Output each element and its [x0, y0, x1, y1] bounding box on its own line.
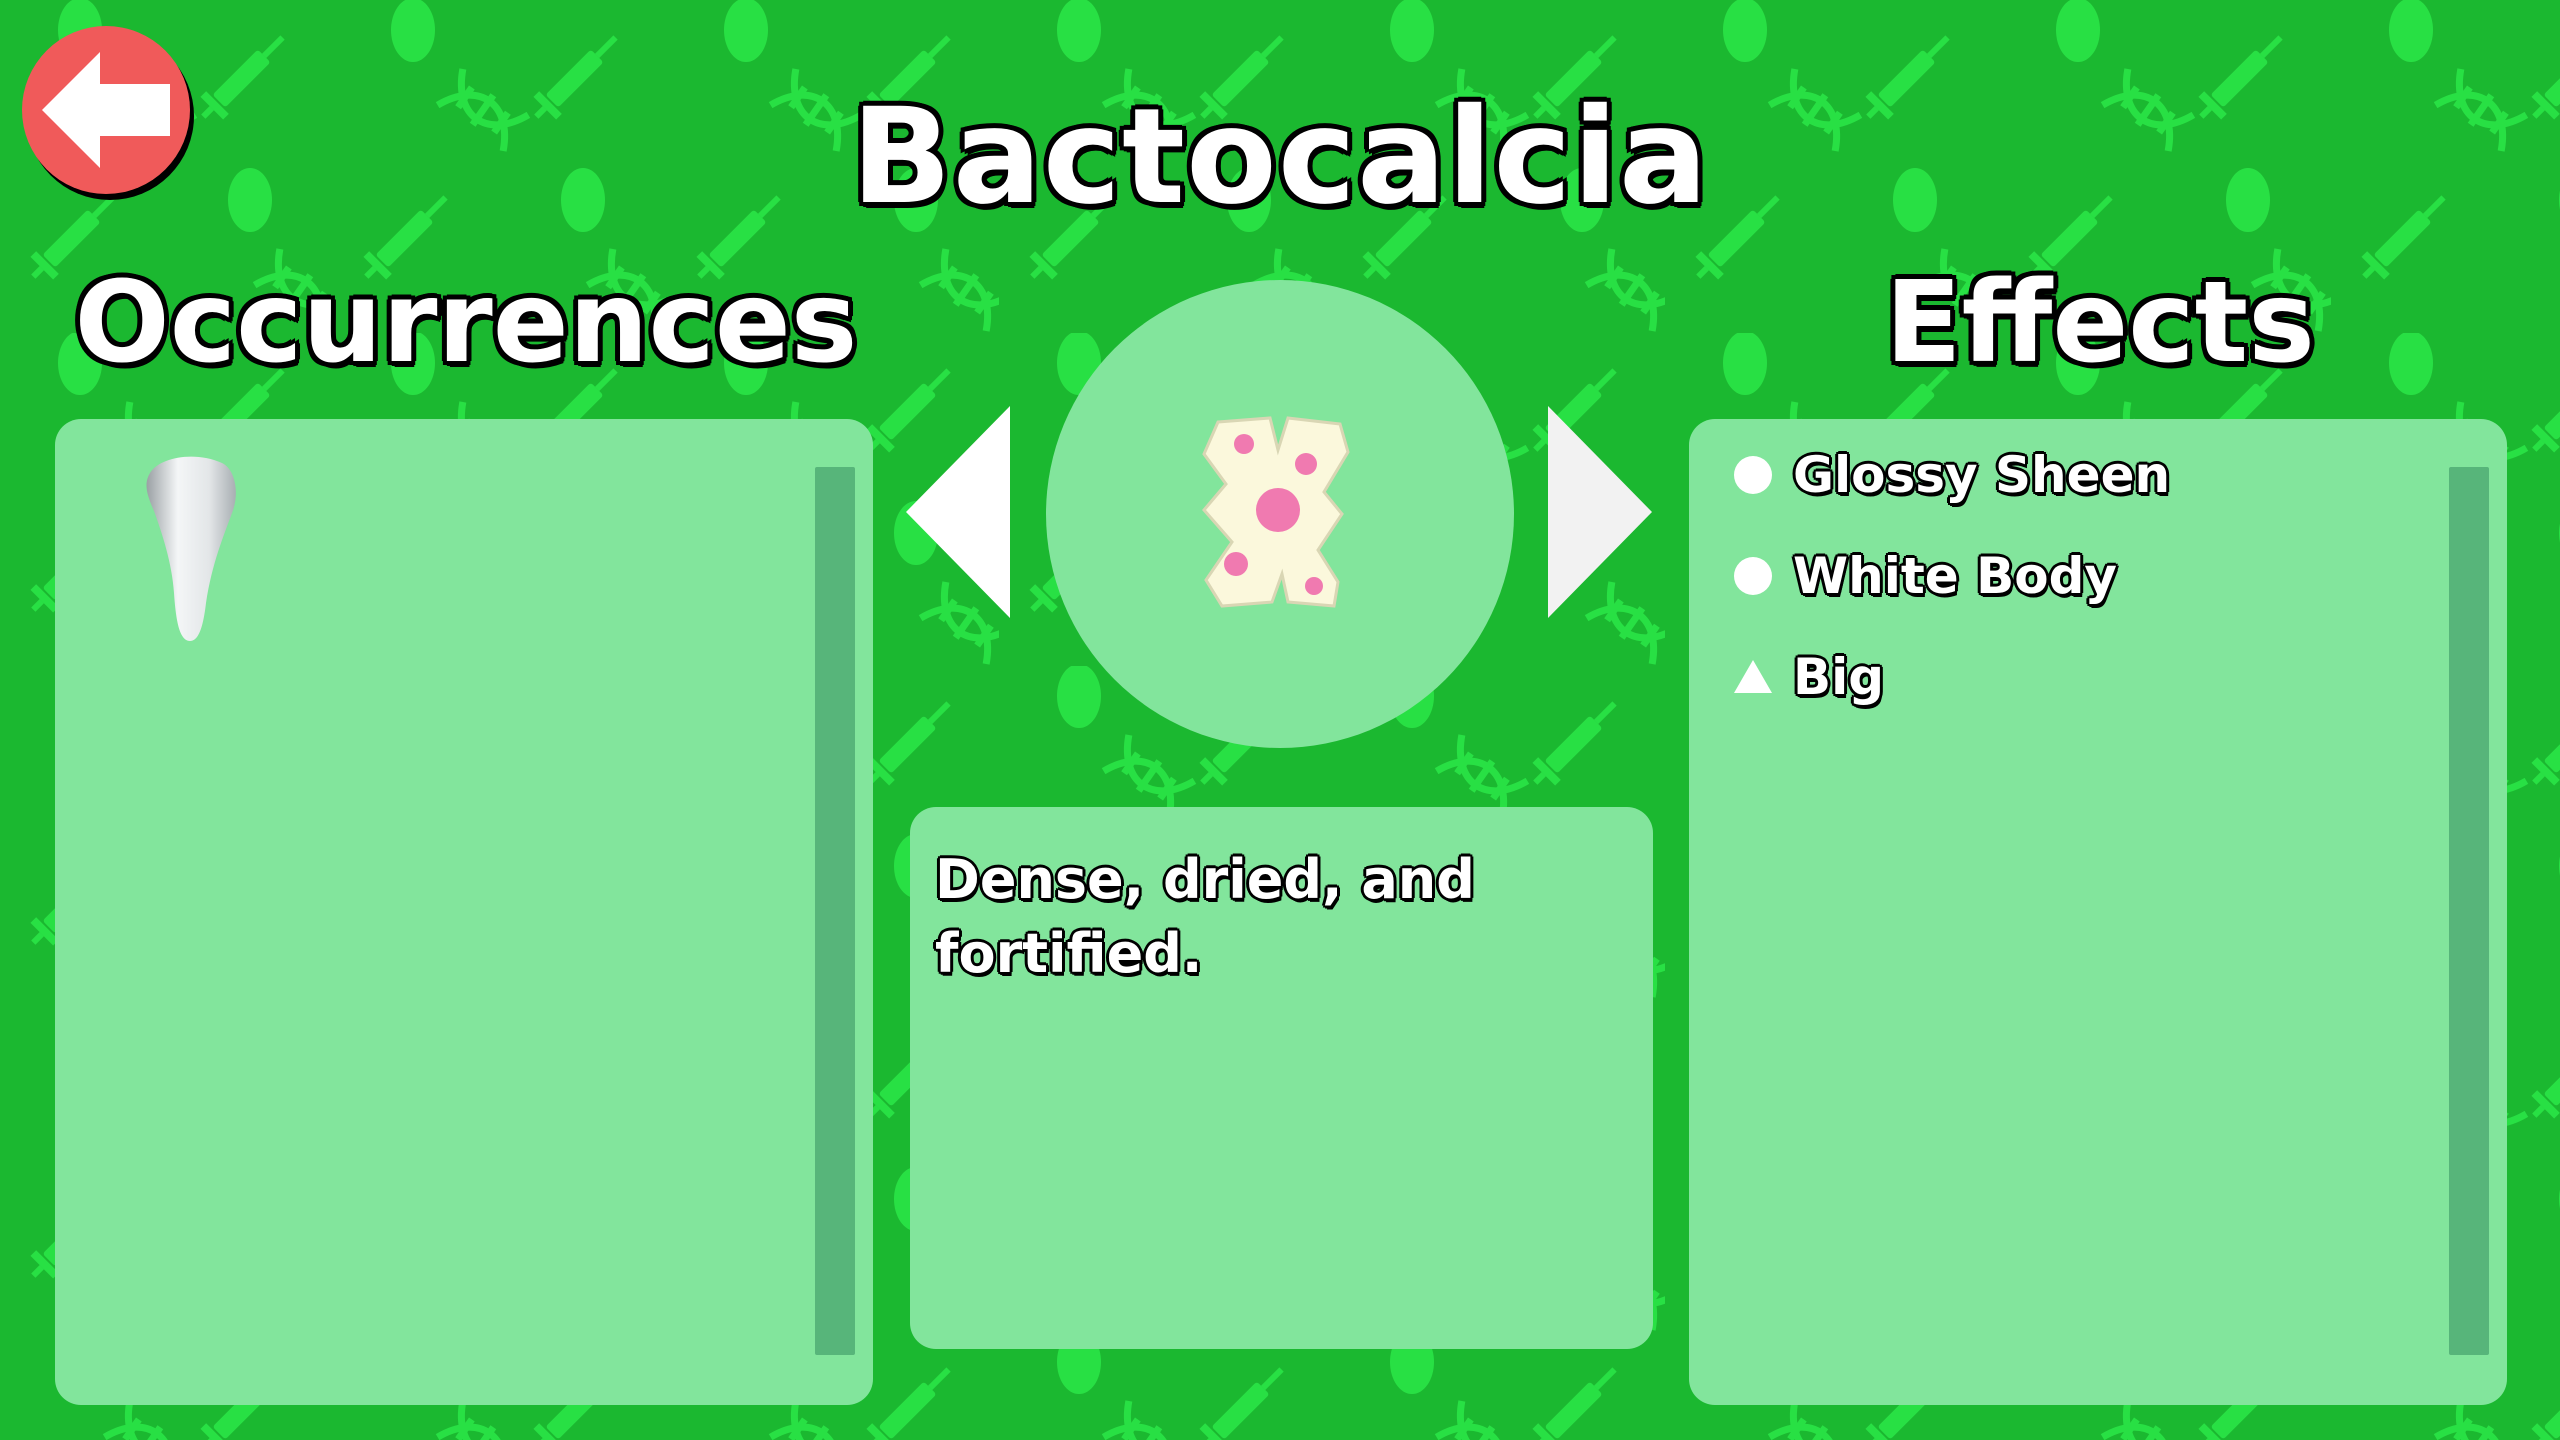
- item-description: Dense, dried, and fortified.: [935, 848, 1475, 985]
- effect-label: Glossy Sheen: [1793, 446, 2171, 504]
- previous-button[interactable]: [906, 406, 1014, 618]
- occurrences-panel: [55, 419, 873, 1405]
- effect-label: White Body: [1793, 547, 2117, 605]
- previous-arrow-icon: [906, 406, 1010, 618]
- effect-label: Big: [1793, 648, 1885, 706]
- description-panel: Dense, dried, and fortified.: [910, 807, 1653, 1349]
- circle-icon: [1733, 556, 1773, 596]
- bactocalcia-icon: [1202, 416, 1350, 608]
- next-button[interactable]: [1546, 406, 1654, 618]
- effects-heading: Effects: [1885, 258, 2315, 388]
- effect-item: Big: [1733, 647, 1884, 707]
- effects-panel: Glossy Sheen White Body Big: [1689, 419, 2507, 1405]
- next-arrow-icon: [1548, 406, 1652, 618]
- triangle-icon: [1733, 657, 1773, 697]
- circle-icon: [1733, 455, 1773, 495]
- occurrence-item[interactable]: [140, 453, 250, 643]
- tooth-icon: [146, 456, 236, 641]
- effect-item: White Body: [1733, 546, 2117, 606]
- occurrences-heading: Occurrences: [74, 258, 858, 388]
- occurrences-scrollbar[interactable]: [815, 467, 855, 1355]
- page-title: Bactocalcia: [851, 80, 1709, 234]
- effect-item: Glossy Sheen: [1733, 445, 2170, 505]
- effects-scrollbar[interactable]: [2449, 467, 2489, 1355]
